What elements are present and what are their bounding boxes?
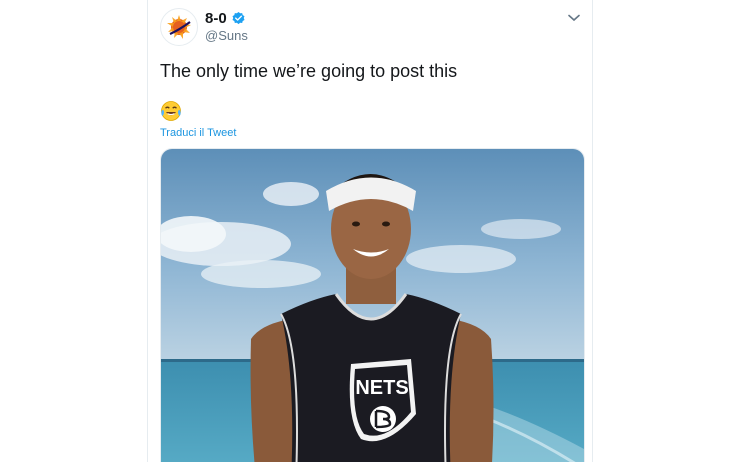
photo-player-image: NETS [161, 149, 584, 462]
tears-of-joy-emoji [161, 101, 181, 121]
user-handle[interactable]: @Suns [205, 28, 248, 43]
display-name[interactable]: 8-0 [205, 10, 227, 27]
suns-logo-icon [167, 15, 191, 39]
tweet-text: The only time we’re going to post this [160, 61, 458, 81]
tweet-card[interactable]: 8-0 @Suns The only time we’re going to p… [147, 0, 593, 462]
tweet-menu-button[interactable] [566, 10, 582, 26]
verified-badge-icon [232, 11, 245, 25]
tweet-photo[interactable]: NETS [160, 148, 585, 462]
avatar[interactable] [160, 8, 198, 46]
translate-tweet-link[interactable]: Traduci il Tweet [160, 127, 236, 139]
jersey-text: NETS [355, 377, 408, 399]
chevron-down-icon [568, 14, 580, 22]
author-name-row: 8-0 [205, 10, 246, 27]
